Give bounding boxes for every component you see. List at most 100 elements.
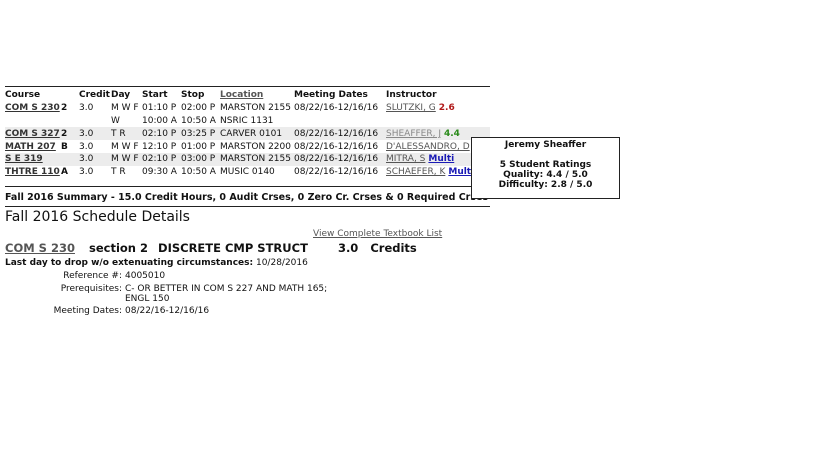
dates-cell: 08/22/16-12/16/16 <box>294 127 386 141</box>
section-number: 2 <box>140 241 149 255</box>
drop-deadline-label: Last day to drop w/o extenuating circums… <box>5 258 254 268</box>
stop-cell: 03:00 P <box>181 152 220 166</box>
header-credit: Credit <box>79 90 110 101</box>
credit-cell: 3.0 <box>79 167 94 178</box>
bottom-rule <box>5 206 490 207</box>
day-cell: M W F <box>111 141 139 152</box>
course-link[interactable]: COM S 327 <box>5 129 60 139</box>
textbook-list-link[interactable]: View Complete Textbook List <box>313 229 442 239</box>
course-link[interactable]: COM S 230 <box>5 103 60 113</box>
stop-cell: 10:50 A <box>181 167 216 178</box>
table-header-row: Course Credit Day Start Stop Location Me… <box>5 89 490 102</box>
day-cell: W <box>111 115 120 126</box>
schedule-details-title: Fall 2016 Schedule Details <box>5 209 190 225</box>
dates-cell: 08/22/16-12/16/16 <box>294 103 379 114</box>
tooltip-instructor-name: Jeremy Sheaffer <box>504 140 587 150</box>
day-cell: T R <box>111 127 142 141</box>
term-summary: Fall 2016 Summary - 15.0 Credit Hours, 0… <box>5 192 489 203</box>
location-sort-link[interactable]: Location <box>220 90 263 100</box>
header-location[interactable]: Location <box>220 89 294 102</box>
tooltip-difficulty: Difficulty: 2.8 / 5.0 <box>498 180 593 190</box>
credit-cell: 3.0 <box>79 141 94 152</box>
location-cell: MARSTON 2155 <box>220 152 294 166</box>
location-cell: CARVER 0101 <box>220 127 294 141</box>
header-course: Course <box>5 90 41 101</box>
reference-label: Reference #: <box>63 271 122 281</box>
header-section <box>61 89 79 102</box>
section-label: section <box>88 241 136 255</box>
schedule-table: Course Credit Day Start Stop Location Me… <box>5 89 490 179</box>
section-cell <box>61 115 79 128</box>
location-cell: MUSIC 0140 <box>220 167 275 178</box>
credit-cell: 3.0 <box>79 103 94 114</box>
start-cell: 12:10 P <box>142 141 177 152</box>
mid-rule <box>5 186 490 187</box>
start-cell: 01:10 P <box>142 103 177 114</box>
course-cell <box>5 115 61 128</box>
location-cell: MARSTON 2155 <box>220 103 291 114</box>
instructor-cell: SLUTZKI, G 2.6 <box>386 102 490 115</box>
tooltip-quality: Quality: 4.4 / 5.0 <box>503 170 588 180</box>
instructor-link[interactable]: SCHAEFER, K <box>386 167 445 177</box>
day-cell: M W F <box>111 152 142 166</box>
instructor-link[interactable]: D'ALESSANDRO, D <box>386 142 470 152</box>
dates-cell <box>294 115 386 128</box>
table-row: COM S 230 2 3.0 M W F 01:10 P 02:00 P MA… <box>5 102 490 115</box>
section-cell: 2 <box>61 127 79 141</box>
section-credits-label: Credits <box>370 241 417 255</box>
location-cell: MARSTON 2200 <box>220 141 291 152</box>
meeting-dates-label: Meeting Dates: <box>53 306 122 316</box>
section-cell: A <box>61 167 68 178</box>
course-link[interactable]: S E 319 <box>5 154 43 164</box>
multi-instructor-link[interactable]: Multi <box>428 154 454 164</box>
stop-cell: 02:00 P <box>181 103 216 114</box>
credit-cell <box>79 115 111 128</box>
location-cell: NSRIC 1131 <box>220 115 274 126</box>
meeting-dates-value: 08/22/16-12/16/16 <box>125 306 210 316</box>
rating-value[interactable]: 4.4 <box>444 129 460 139</box>
tooltip-ratings-count: 5 Student Ratings <box>499 160 592 170</box>
instructor-link[interactable]: SLUTZKI, G <box>386 103 436 113</box>
section-title: DISCRETE CMP STRUCT <box>158 241 308 255</box>
drop-deadline-value: 10/28/2016 <box>255 258 308 268</box>
table-row: THTRE 110 A 3.0 T R 09:30 A 10:50 A MUSI… <box>5 166 490 179</box>
dates-cell: 08/22/16-12/16/16 <box>294 152 386 166</box>
section-cell: 2 <box>61 103 68 114</box>
table-row: COM S 327 2 3.0 T R 02:10 P 03:25 P CARV… <box>5 127 490 141</box>
table-row: S E 319 3.0 M W F 02:10 P 03:00 P MARSTO… <box>5 152 490 166</box>
section-cell <box>61 152 79 166</box>
section-cell: B <box>61 141 68 152</box>
table-row: MATH 207 B 3.0 M W F 12:10 P 01:00 P MAR… <box>5 140 490 153</box>
stop-cell: 03:25 P <box>181 127 220 141</box>
instructor-link[interactable]: SHEAFFER, J <box>386 129 441 139</box>
header-meeting-dates: Meeting Dates <box>294 90 368 101</box>
reference-value: 4005010 <box>125 271 166 281</box>
stop-cell: 10:50 A <box>181 115 216 126</box>
header-stop: Stop <box>181 90 205 101</box>
start-cell: 02:10 P <box>142 152 181 166</box>
section-credits-value: 3.0 <box>337 241 359 255</box>
prerequisites-value-line1: C- OR BETTER IN COM S 227 AND MATH 165; <box>125 284 328 294</box>
start-cell: 09:30 A <box>142 167 177 178</box>
section-header: COM S 230 section 2 DISCRETE CMP STRUCT … <box>5 241 417 255</box>
day-cell: T R <box>111 167 126 178</box>
drop-deadline: Last day to drop w/o extenuating circums… <box>5 258 308 268</box>
dates-cell: 08/22/16-12/16/16 <box>294 141 379 152</box>
prerequisites-label: Prerequisites: <box>60 284 122 294</box>
start-cell: 10:00 A <box>142 115 177 126</box>
credit-cell: 3.0 <box>79 152 111 166</box>
start-cell: 02:10 P <box>142 127 181 141</box>
course-link[interactable]: MATH 207 <box>5 142 56 152</box>
header-instructor: Instructor <box>386 90 437 101</box>
stop-cell: 01:00 P <box>181 141 216 152</box>
top-rule <box>5 86 490 87</box>
header-start: Start <box>142 90 168 101</box>
dates-cell: 08/22/16-12/16/16 <box>294 167 379 178</box>
day-cell: M W F <box>111 103 139 114</box>
rating-value[interactable]: 2.6 <box>439 103 455 113</box>
course-link[interactable]: THTRE 110 <box>5 167 60 177</box>
prerequisites-value-line2: ENGL 150 <box>125 294 170 304</box>
instructor-link[interactable]: MITRA, S <box>386 154 425 164</box>
instructor-rating-tooltip: Jeremy Sheaffer 5 Student Ratings Qualit… <box>471 137 620 199</box>
section-course-link[interactable]: COM S 230 <box>5 241 75 255</box>
